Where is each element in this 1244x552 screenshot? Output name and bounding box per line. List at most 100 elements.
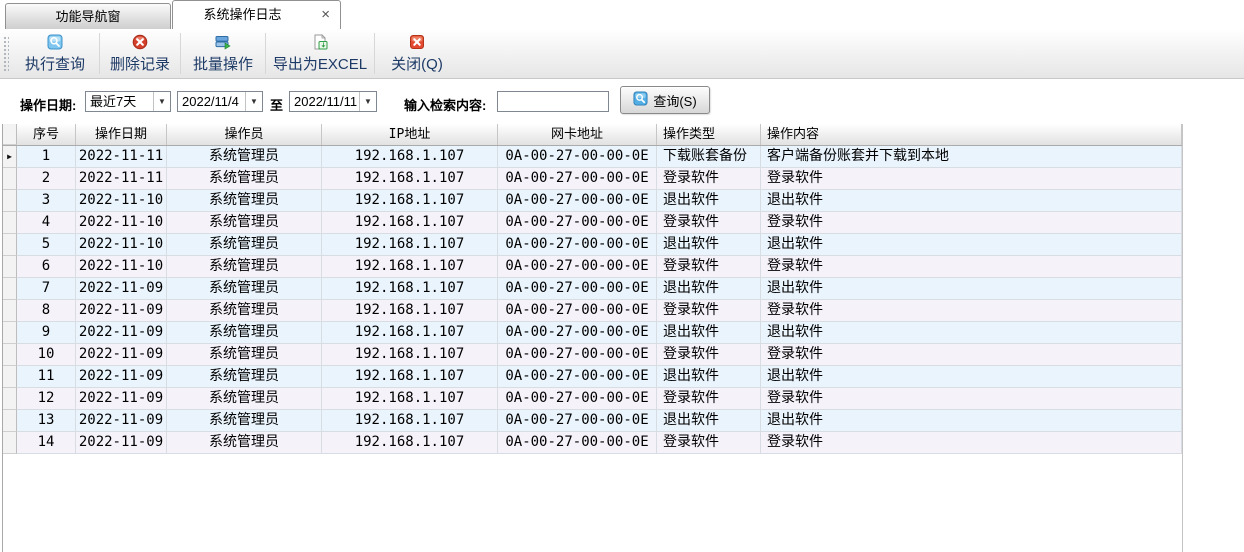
cell-op-type: 退出软件 xyxy=(657,410,761,432)
cell-index: 12 xyxy=(17,388,76,410)
cell-mac-address: 0A-00-27-00-00-0E xyxy=(498,410,657,432)
table-row[interactable]: 72022-11-09系统管理员192.168.1.1070A-00-27-00… xyxy=(3,278,1182,300)
column-header-op-type[interactable]: 操作类型 xyxy=(657,124,761,145)
row-selector[interactable] xyxy=(3,278,17,300)
cell-op-date: 2022-11-09 xyxy=(76,300,167,322)
date-to-picker[interactable]: 2022/11/11 ▼ xyxy=(289,91,377,112)
cell-op-type: 下载账套备份 xyxy=(657,146,761,168)
cell-op-date: 2022-11-09 xyxy=(76,366,167,388)
cell-mac-address: 0A-00-27-00-00-0E xyxy=(498,256,657,278)
cell-operator: 系统管理员 xyxy=(167,256,322,278)
cell-mac-address: 0A-00-27-00-00-0E xyxy=(498,432,657,454)
search-filter-label: 输入检索内容: xyxy=(404,95,486,114)
table-row[interactable]: 92022-11-09系统管理员192.168.1.1070A-00-27-00… xyxy=(3,322,1182,344)
row-selector[interactable] xyxy=(3,322,17,344)
table-row[interactable]: 112022-11-09系统管理员192.168.1.1070A-00-27-0… xyxy=(3,366,1182,388)
cell-mac-address: 0A-00-27-00-00-0E xyxy=(498,322,657,344)
cell-op-date: 2022-11-10 xyxy=(76,256,167,278)
row-selector[interactable] xyxy=(3,256,17,278)
row-selector[interactable] xyxy=(3,234,17,256)
cell-index: 1 xyxy=(17,146,76,168)
chevron-down-icon[interactable]: ▼ xyxy=(245,92,262,111)
cell-operator: 系统管理员 xyxy=(167,300,322,322)
cell-op-date: 2022-11-11 xyxy=(76,168,167,190)
export-excel-icon xyxy=(312,34,328,50)
row-selector[interactable] xyxy=(3,410,17,432)
row-selector[interactable] xyxy=(3,212,17,234)
tab-function-nav[interactable]: 功能导航窗 xyxy=(5,3,171,29)
cell-mac-address: 0A-00-27-00-00-0E xyxy=(498,300,657,322)
cell-mac-address: 0A-00-27-00-00-0E xyxy=(498,344,657,366)
cell-op-date: 2022-11-10 xyxy=(76,212,167,234)
toolbar-grip-handle[interactable] xyxy=(3,35,9,72)
table-row[interactable]: 122022-11-09系统管理员192.168.1.1070A-00-27-0… xyxy=(3,388,1182,410)
column-header-operator[interactable]: 操作员 xyxy=(167,124,322,145)
cell-ip-address: 192.168.1.107 xyxy=(322,168,498,190)
chevron-down-icon[interactable]: ▼ xyxy=(359,92,376,111)
table-row[interactable]: 52022-11-10系统管理员192.168.1.1070A-00-27-00… xyxy=(3,234,1182,256)
batch-operation-button[interactable]: 批量操作 xyxy=(181,29,265,78)
table-row[interactable]: 42022-11-10系统管理员192.168.1.1070A-00-27-00… xyxy=(3,212,1182,234)
button-label: 关闭(Q) xyxy=(391,53,443,74)
column-header-op-content[interactable]: 操作内容 xyxy=(761,124,1182,145)
tab-label: 功能导航窗 xyxy=(55,9,120,24)
row-selector[interactable] xyxy=(3,190,17,212)
execute-query-button[interactable]: 执行查询 xyxy=(11,29,99,78)
tab-system-operation-log[interactable]: 系统操作日志 × xyxy=(172,0,341,29)
row-selector[interactable] xyxy=(3,344,17,366)
close-button[interactable]: 关闭(Q) xyxy=(375,29,459,78)
cell-op-type: 登录软件 xyxy=(657,212,761,234)
toolbar: 执行查询 删除记录 批量操作 导出为EXCEL xyxy=(0,29,1244,79)
column-header-index[interactable]: 序号 xyxy=(17,124,76,145)
cell-op-date: 2022-11-09 xyxy=(76,432,167,454)
table-row[interactable]: 142022-11-09系统管理员192.168.1.1070A-00-27-0… xyxy=(3,432,1182,454)
cell-op-content: 退出软件 xyxy=(761,366,1182,388)
cell-ip-address: 192.168.1.107 xyxy=(322,410,498,432)
table-row[interactable]: 132022-11-09系统管理员192.168.1.1070A-00-27-0… xyxy=(3,410,1182,432)
delete-record-button[interactable]: 删除记录 xyxy=(100,29,180,78)
cell-mac-address: 0A-00-27-00-00-0E xyxy=(498,168,657,190)
row-selector[interactable]: ▶ xyxy=(3,146,17,168)
cell-mac-address: 0A-00-27-00-00-0E xyxy=(498,234,657,256)
cell-op-date: 2022-11-09 xyxy=(76,410,167,432)
query-button[interactable]: 查询(S) xyxy=(620,86,710,114)
date-to-value: 2022/11/11 xyxy=(290,92,359,111)
column-header-ip-address[interactable]: IP地址 xyxy=(322,124,498,145)
row-selector[interactable] xyxy=(3,168,17,190)
cell-ip-address: 192.168.1.107 xyxy=(322,256,498,278)
cell-index: 11 xyxy=(17,366,76,388)
table-row[interactable]: 22022-11-11系统管理员192.168.1.1070A-00-27-00… xyxy=(3,168,1182,190)
cell-op-type: 登录软件 xyxy=(657,256,761,278)
cell-ip-address: 192.168.1.107 xyxy=(322,234,498,256)
cell-op-content: 客户端备份账套并下载到本地 xyxy=(761,146,1182,168)
table-row[interactable]: ▶12022-11-11系统管理员192.168.1.1070A-00-27-0… xyxy=(3,146,1182,168)
cell-op-type: 登录软件 xyxy=(657,168,761,190)
column-header-op-date[interactable]: 操作日期 xyxy=(76,124,167,145)
table-row[interactable]: 82022-11-09系统管理员192.168.1.1070A-00-27-00… xyxy=(3,300,1182,322)
cell-operator: 系统管理员 xyxy=(167,366,322,388)
table-row[interactable]: 32022-11-10系统管理员192.168.1.1070A-00-27-00… xyxy=(3,190,1182,212)
table-row[interactable]: 102022-11-09系统管理员192.168.1.1070A-00-27-0… xyxy=(3,344,1182,366)
chevron-down-icon[interactable]: ▼ xyxy=(153,92,170,111)
cell-index: 13 xyxy=(17,410,76,432)
filter-bar: 操作日期: 最近7天 ▼ 2022/11/4 ▼ 至 2022/11/11 ▼ … xyxy=(0,80,1244,124)
date-from-picker[interactable]: 2022/11/4 ▼ xyxy=(177,91,263,112)
cell-op-content: 登录软件 xyxy=(761,388,1182,410)
table-row[interactable]: 62022-11-10系统管理员192.168.1.1070A-00-27-00… xyxy=(3,256,1182,278)
cell-ip-address: 192.168.1.107 xyxy=(322,366,498,388)
date-range-select[interactable]: 最近7天 ▼ xyxy=(85,91,171,112)
cell-operator: 系统管理员 xyxy=(167,344,322,366)
row-selector[interactable] xyxy=(3,432,17,454)
row-selector[interactable] xyxy=(3,388,17,410)
export-excel-button[interactable]: 导出为EXCEL xyxy=(266,29,374,78)
row-selector[interactable] xyxy=(3,300,17,322)
cell-operator: 系统管理员 xyxy=(167,388,322,410)
row-selector[interactable] xyxy=(3,366,17,388)
cell-operator: 系统管理员 xyxy=(167,432,322,454)
search-input[interactable] xyxy=(497,91,609,112)
close-icon xyxy=(409,34,425,50)
cell-op-date: 2022-11-10 xyxy=(76,234,167,256)
column-header-mac-address[interactable]: 网卡地址 xyxy=(498,124,657,145)
tab-close-icon[interactable]: × xyxy=(321,1,330,29)
cell-operator: 系统管理员 xyxy=(167,322,322,344)
